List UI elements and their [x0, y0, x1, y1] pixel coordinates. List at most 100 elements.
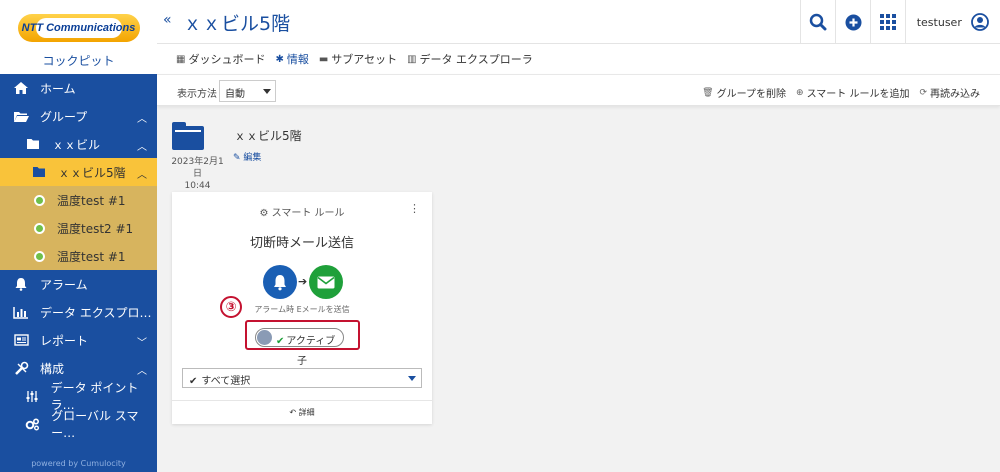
- sidebar-item-label: ｘｘビル: [52, 137, 101, 152]
- display-mode-select[interactable]: 自動: [219, 80, 276, 102]
- rule-title: 切断時メール送信: [249, 236, 354, 251]
- edit-link[interactable]: ✎ 編集: [233, 150, 261, 163]
- top-bar: « ｘｘビル5階 testuser: [157, 0, 1000, 44]
- sliders-icon: [24, 389, 41, 403]
- username: testuser: [916, 15, 962, 29]
- chevron-up-icon[interactable]: ︿: [137, 166, 147, 181]
- folder-icon: [30, 165, 48, 179]
- tab-dashboard[interactable]: ▦ ダッシュボード: [176, 44, 265, 74]
- logo-area: NTT Communications コックピット: [0, 0, 157, 74]
- tab-subassets[interactable]: ▬ サブアセット: [319, 44, 397, 74]
- sidebar-item-device[interactable]: 温度test #1: [0, 186, 157, 214]
- chevron-down-icon[interactable]: ﹀: [137, 334, 147, 349]
- tab-label: 情報: [286, 53, 309, 66]
- top-actions: testuser: [800, 0, 1000, 44]
- reload-button[interactable]: ⟳ 再読み込み: [919, 85, 980, 101]
- sidebar-item-label: グループ: [40, 109, 88, 124]
- chevron-up-icon[interactable]: ︿: [137, 362, 147, 377]
- chevron-up-icon[interactable]: ︿: [137, 110, 147, 125]
- more-options-icon[interactable]: ⋮: [409, 202, 420, 215]
- filter-bar: 表示方法 自動 🗑 グループを削除 ⊕ スマート ルールを追加 ⟳ 再読み込み: [157, 74, 1000, 106]
- user-menu[interactable]: testuser: [905, 0, 1000, 44]
- add-smart-rule-button[interactable]: ⊕ スマート ルールを追加: [796, 85, 910, 101]
- tab-label: サブアセット: [331, 53, 398, 66]
- sidebar-item-global-smart-rules[interactable]: グローバル スマー…: [0, 409, 157, 440]
- annotation-number: ③: [220, 296, 242, 318]
- bell-icon: [12, 277, 30, 291]
- divider: [172, 400, 432, 401]
- sidebar-item-label: データ エクスプロ…: [40, 305, 152, 320]
- caret-down-icon: [263, 89, 271, 94]
- toggle-label: ✔ アクティブ: [276, 332, 335, 347]
- sidebar-item-alarms[interactable]: アラーム: [0, 270, 157, 298]
- report-icon: [12, 333, 30, 347]
- logo[interactable]: NTT Communications: [17, 14, 140, 42]
- sidebar: NTT Communications コックピット ホーム グループ ︿ ｘｘビ…: [0, 0, 157, 472]
- toggle-knob: [257, 330, 272, 345]
- select-value: 自動: [225, 89, 245, 100]
- gears-icon: [24, 417, 41, 431]
- envelope-icon: [317, 276, 335, 288]
- tab-label: データ エクスプローラ: [419, 53, 533, 66]
- page-title: ｘｘビル5階: [183, 13, 291, 35]
- group-created-date: 2023年2月1日 10:44: [170, 156, 225, 192]
- logo-text: NTT Communications: [21, 22, 136, 34]
- tab-info[interactable]: ✱ 情報: [275, 44, 308, 74]
- delete-group-button[interactable]: 🗑 グループを削除: [702, 85, 786, 101]
- time-text: 10:44: [184, 181, 211, 191]
- chevron-up-icon[interactable]: ︿: [137, 138, 147, 153]
- sidebar-item-label: ホーム: [40, 81, 76, 96]
- check-icon: ✔: [189, 376, 198, 387]
- plus-circle-icon: [845, 14, 861, 30]
- device-icon: [34, 194, 45, 206]
- folder-open-icon: [12, 109, 30, 123]
- details-link[interactable]: ↶ 詳細: [172, 407, 432, 418]
- card-kicker: ⚙ スマート ルール: [172, 204, 432, 219]
- device-icon: [34, 250, 45, 262]
- tab-data-explorer[interactable]: ▥ データ エクスプローラ: [407, 44, 533, 74]
- grid-icon: [880, 14, 896, 30]
- action-label: スマート ルールを追加: [806, 89, 910, 100]
- sidebar-item-label: アラーム: [40, 277, 88, 292]
- sidebar-item-reports[interactable]: レポート ﹀: [0, 326, 157, 354]
- sidebar-item-device[interactable]: 温度test2 #1: [0, 214, 157, 242]
- group-folder-icon: [172, 122, 204, 150]
- alarm-trigger-icon: [263, 265, 297, 299]
- add-button[interactable]: [835, 0, 870, 44]
- folder-icon: ▬: [318, 53, 329, 65]
- search-button[interactable]: [800, 0, 835, 44]
- sidebar-item-label: グローバル スマー…: [51, 409, 139, 440]
- powered-by: powered by Cumulocity: [31, 459, 126, 468]
- email-action-icon: [309, 265, 343, 299]
- sidebar-item-data-point-library[interactable]: データ ポイント ラ…: [0, 381, 157, 412]
- kicker-text: スマート ルール: [271, 208, 345, 219]
- search-icon: [809, 13, 827, 31]
- bar-chart-icon: ▥: [407, 53, 417, 65]
- sidebar-item-floor5[interactable]: ｘｘビル5階 ︿: [0, 158, 157, 186]
- sidebar-item-data-explorer[interactable]: データ エクスプロ…: [0, 298, 157, 326]
- display-mode-label: 表示方法: [177, 89, 217, 100]
- sidebar-item-label: 温度test2 #1: [57, 221, 134, 236]
- sidebar-item-home[interactable]: ホーム: [0, 74, 157, 102]
- group-title: ｘｘビル5階: [234, 129, 302, 143]
- rule-caption: アラーム時 Eメールを送信: [254, 305, 350, 314]
- sidebar-item-groups[interactable]: グループ ︿: [0, 102, 157, 130]
- sidebar-item-label: 温度test #1: [57, 249, 126, 264]
- child-label: 子: [297, 356, 307, 367]
- edit-label: 編集: [243, 153, 262, 163]
- caret-down-icon: [408, 376, 416, 381]
- asterisk-icon: ✱: [275, 53, 284, 65]
- active-toggle[interactable]: ✔ アクティブ: [255, 328, 344, 347]
- sidebar-item-label: ｘｘビル5階: [58, 165, 126, 180]
- collapse-sidebar-button[interactable]: «: [163, 12, 172, 28]
- app-switcher-button[interactable]: [870, 0, 905, 44]
- check-icon: ✔: [276, 336, 285, 347]
- smart-rule-card: ⚙ スマート ルール ⋮ 切断時メール送信 ➔ アラーム時 Eメールを送信 ③ …: [172, 192, 432, 424]
- user-avatar-icon: [971, 13, 990, 31]
- sidebar-item-building[interactable]: ｘｘビル ︿: [0, 130, 157, 158]
- select-all-dropdown[interactable]: ✔ すべて選択: [182, 368, 422, 388]
- bar-chart-icon: [12, 305, 30, 319]
- sidebar-item-device[interactable]: 温度test #1: [0, 242, 157, 270]
- arrow-right-icon: ➔: [298, 275, 308, 288]
- sidebar-item-configuration[interactable]: 構成 ︿: [0, 354, 157, 382]
